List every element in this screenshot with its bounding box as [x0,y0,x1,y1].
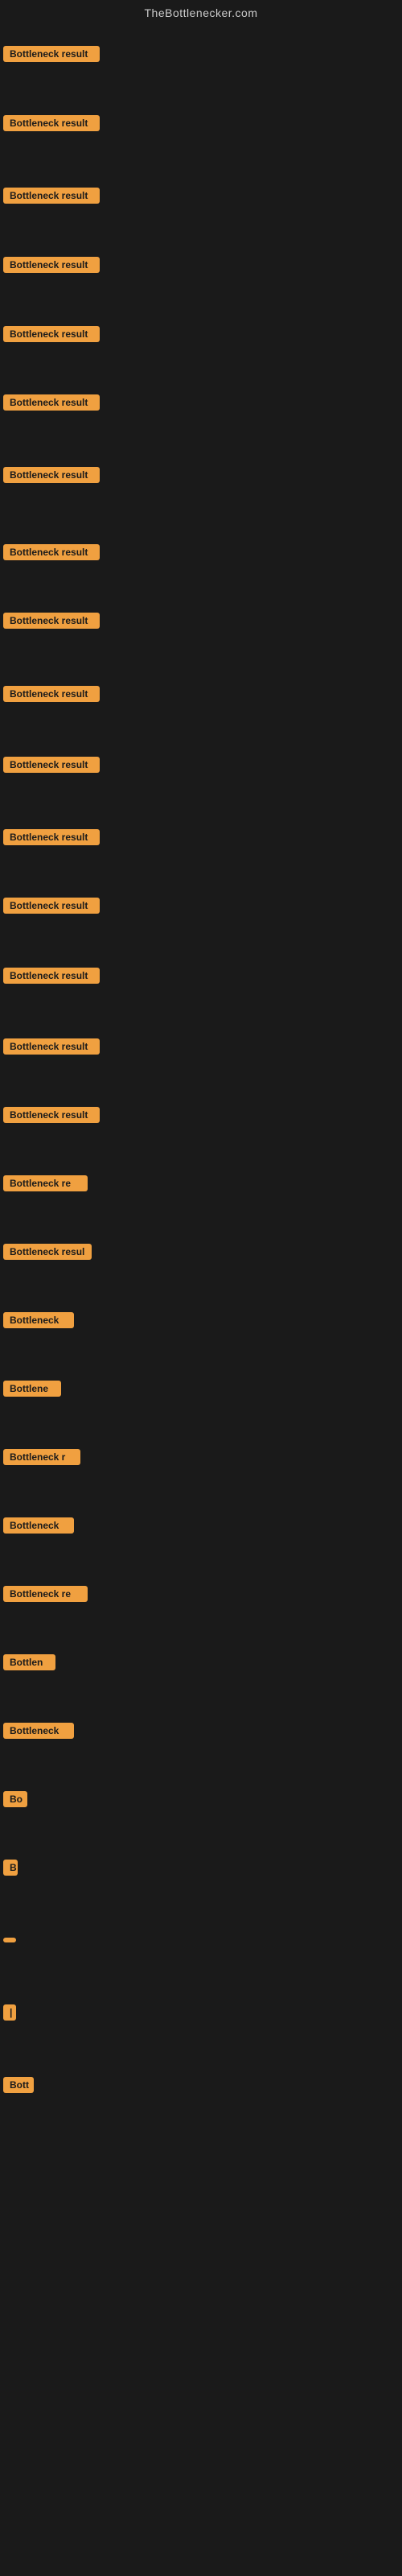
bottleneck-badge-23[interactable]: Bottleneck re [3,1586,88,1602]
result-row-4: Bottleneck result [3,257,100,277]
bottleneck-badge-9[interactable]: Bottleneck result [3,613,100,629]
result-row-3: Bottleneck result [3,188,100,208]
bottleneck-badge-10[interactable]: Bottleneck result [3,686,100,702]
result-row-1: Bottleneck result [3,46,100,66]
bottleneck-badge-24[interactable]: Bottlen [3,1654,55,1670]
bottleneck-badge-26[interactable]: Bo [3,1791,27,1807]
result-row-8: Bottleneck result [3,544,100,564]
result-row-17: Bottleneck re [3,1175,88,1195]
bottleneck-badge-12[interactable]: Bottleneck result [3,829,100,845]
bottleneck-badge-2[interactable]: Bottleneck result [3,115,100,131]
result-row-15: Bottleneck result [3,1038,100,1059]
result-row-19: Bottleneck [3,1312,74,1332]
bottleneck-badge-25[interactable]: Bottleneck [3,1723,74,1739]
result-row-7: Bottleneck result [3,467,100,487]
result-row-23: Bottleneck re [3,1586,88,1606]
result-row-16: Bottleneck result [3,1107,100,1127]
result-row-18: Bottleneck resul [3,1244,92,1264]
site-title: TheBottlenecker.com [0,0,402,23]
result-row-9: Bottleneck result [3,613,100,633]
bottleneck-badge-30[interactable]: Bott [3,2077,34,2093]
bottleneck-badge-27[interactable]: B [3,1860,18,1876]
result-row-28 [3,1932,16,1946]
result-row-11: Bottleneck result [3,757,100,777]
bottleneck-badge-6[interactable]: Bottleneck result [3,394,100,411]
bottleneck-badge-14[interactable]: Bottleneck result [3,968,100,984]
result-row-20: Bottlene [3,1381,61,1401]
bottleneck-badge-20[interactable]: Bottlene [3,1381,61,1397]
result-row-5: Bottleneck result [3,326,100,346]
bottleneck-badge-16[interactable]: Bottleneck result [3,1107,100,1123]
page-wrapper: TheBottlenecker.com Bottleneck result Bot… [0,0,402,2576]
result-row-30: Bott [3,2077,34,2097]
result-row-21: Bottleneck r [3,1449,80,1469]
result-row-14: Bottleneck result [3,968,100,988]
result-row-25: Bottleneck [3,1723,74,1743]
bottleneck-badge-11[interactable]: Bottleneck result [3,757,100,773]
result-row-24: Bottlen [3,1654,55,1674]
bottleneck-badge-17[interactable]: Bottleneck re [3,1175,88,1191]
result-row-10: Bottleneck result [3,686,100,706]
bottleneck-badge-21[interactable]: Bottleneck r [3,1449,80,1465]
bottleneck-badge-5[interactable]: Bottleneck result [3,326,100,342]
result-row-6: Bottleneck result [3,394,100,415]
bottleneck-badge-13[interactable]: Bottleneck result [3,898,100,914]
bottleneck-badge-19[interactable]: Bottleneck [3,1312,74,1328]
result-row-29: | [3,2004,16,2025]
result-row-26: Bo [3,1791,27,1811]
result-row-27: B [3,1860,18,1880]
bottleneck-badge-15[interactable]: Bottleneck result [3,1038,100,1055]
bottleneck-badge-8[interactable]: Bottleneck result [3,544,100,560]
result-row-12: Bottleneck result [3,829,100,849]
bottleneck-badge-29[interactable]: | [3,2004,16,2021]
bottleneck-badge-4[interactable]: Bottleneck result [3,257,100,273]
result-row-2: Bottleneck result [3,115,100,135]
bottleneck-badge-7[interactable]: Bottleneck result [3,467,100,483]
bottleneck-badge-22[interactable]: Bottleneck [3,1517,74,1534]
bottleneck-badge-28[interactable] [3,1938,16,1942]
bottleneck-badge-1[interactable]: Bottleneck result [3,46,100,62]
bottleneck-badge-3[interactable]: Bottleneck result [3,188,100,204]
result-row-13: Bottleneck result [3,898,100,918]
bottleneck-badge-18[interactable]: Bottleneck resul [3,1244,92,1260]
result-row-22: Bottleneck [3,1517,74,1538]
